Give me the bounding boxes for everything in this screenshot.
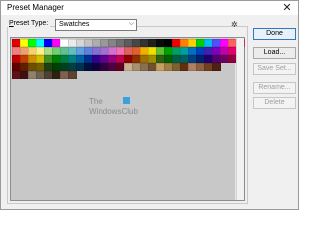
rename-button: Rename... [253, 82, 296, 94]
watermark-line-2: WindowsClub [89, 107, 138, 116]
preset-type-select[interactable]: Swatches ⌵ [55, 19, 137, 31]
watermark-logo-icon [123, 97, 130, 104]
swatch-cell[interactable] [68, 71, 77, 79]
done-button[interactable]: Done [253, 28, 296, 40]
watermark-line-1: The [89, 97, 103, 106]
window-title: Preset Manager [7, 3, 64, 12]
swatch-list[interactable] [10, 37, 245, 201]
close-icon[interactable]: ✕ [279, 1, 295, 15]
preset-type-label-rest: reset Type: [13, 20, 49, 27]
swatch-cell[interactable] [212, 63, 221, 71]
load-button[interactable]: Load... [253, 47, 296, 59]
title-bar: Preset Manager ✕ [1, 1, 298, 15]
delete-button: Delete [253, 97, 296, 109]
vertical-scrollbar[interactable] [236, 38, 244, 200]
preset-type-label: Preset Type: [7, 20, 51, 27]
preset-manager-window: Preset Manager ✕ Preset Type: Swatches ⌵… [0, 0, 299, 210]
preset-type-value: Swatches [59, 21, 90, 28]
watermark-text: The WindowsClub [89, 97, 138, 117]
chevron-down-icon: ⌵ [128, 20, 134, 27]
save-set-button: Save Set... [253, 63, 296, 75]
gear-icon[interactable]: ✲ [231, 20, 238, 29]
